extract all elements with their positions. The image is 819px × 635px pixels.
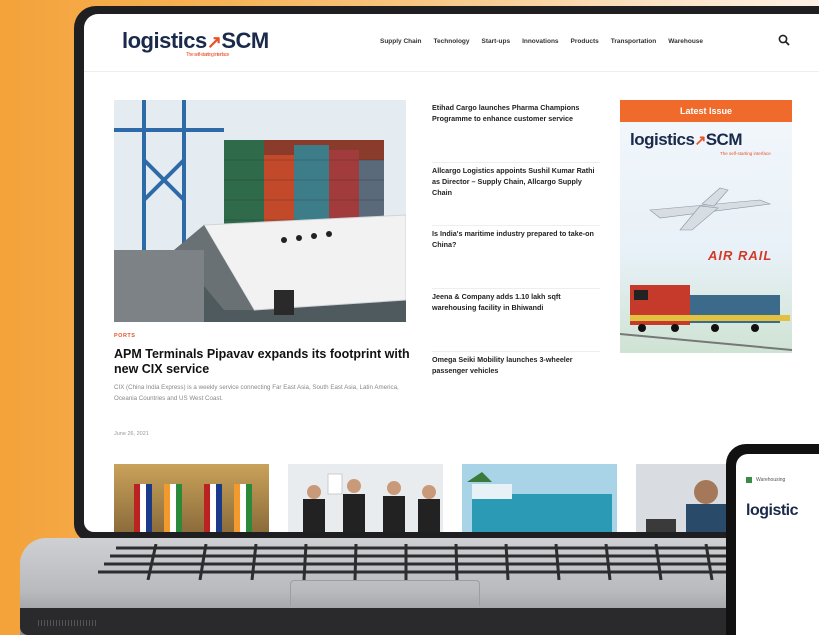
phone-tab-icon <box>746 477 752 483</box>
logo-mark: ↗ <box>206 32 222 52</box>
headline-item[interactable]: Allcargo Logistics appoints Sushil Kumar… <box>432 163 600 226</box>
search-icon[interactable] <box>778 34 790 46</box>
main-nav: Supply Chain Technology Start-ups Innova… <box>380 38 703 45</box>
laptop-front-edge <box>20 608 819 635</box>
flags-image <box>134 484 252 532</box>
headline-item[interactable]: Jeena & Company adds 1.10 lakh sqft ware… <box>432 289 600 352</box>
logo-tagline: The self-starting interface <box>186 52 229 58</box>
nav-item-technology[interactable]: Technology <box>434 38 470 45</box>
hero-description: CIX (China India Express) is a weekly se… <box>114 384 399 402</box>
site-logo[interactable]: logistics↗SCM The self-starting interfac… <box>122 28 269 58</box>
site-header: logistics↗SCM The self-starting interfac… <box>84 14 819 72</box>
cover-headline: AIR RAIL <box>708 248 773 263</box>
logo-text-logistics: logistics <box>122 28 207 53</box>
headline-item[interactable]: Omega Seiki Mobility launches 3-wheeler … <box>432 352 600 415</box>
container-ship-illustration <box>114 100 406 322</box>
phone-tab-label[interactable]: Warehousing <box>756 477 785 483</box>
laptop-screen: logistics↗SCM The self-starting interfac… <box>84 14 819 532</box>
latest-issue-cover[interactable]: Latest Issue logistics↗SCM The self-star… <box>620 100 792 353</box>
hero-title[interactable]: APM Terminals Pipavav expands its footpr… <box>114 347 410 377</box>
laptop-keyboard <box>98 544 734 580</box>
article-thumbnail[interactable] <box>462 464 617 532</box>
group-photo-image <box>303 473 440 532</box>
hero-image[interactable] <box>114 100 406 322</box>
article-thumbnail[interactable] <box>288 464 443 532</box>
headline-item[interactable]: Etihad Cargo launches Pharma Champions P… <box>432 100 600 163</box>
laptop-trackpad <box>290 580 480 606</box>
nav-item-transportation[interactable]: Transportation <box>611 38 657 45</box>
nav-item-supply-chain[interactable]: Supply Chain <box>380 38 422 45</box>
nav-item-innovations[interactable]: Innovations <box>522 38 558 45</box>
hero-date: June 26, 2021 <box>114 431 149 437</box>
hero-category[interactable]: PORTS <box>114 333 135 339</box>
nav-item-start-ups[interactable]: Start-ups <box>482 38 511 45</box>
nav-item-warehouse[interactable]: Warehouse <box>668 38 703 45</box>
article-thumbnail[interactable] <box>636 464 736 532</box>
laptop-vent <box>38 620 98 626</box>
article-thumbnail[interactable] <box>114 464 269 532</box>
air-rail-cover-art <box>620 187 792 351</box>
headline-list: Etihad Cargo launches Pharma Champions P… <box>432 100 600 415</box>
nav-item-products[interactable]: Products <box>571 38 599 45</box>
phone-tab-strip: Warehousing <box>746 476 819 484</box>
phone-screen: Warehousing logistic <box>736 454 819 635</box>
phone-site-logo[interactable]: logistic <box>746 502 799 520</box>
logo-text-scm: SCM <box>221 28 269 53</box>
person-portrait-image <box>646 480 726 532</box>
headline-item[interactable]: Is India's maritime industry prepared to… <box>432 226 600 289</box>
vehicle-image <box>467 472 612 532</box>
